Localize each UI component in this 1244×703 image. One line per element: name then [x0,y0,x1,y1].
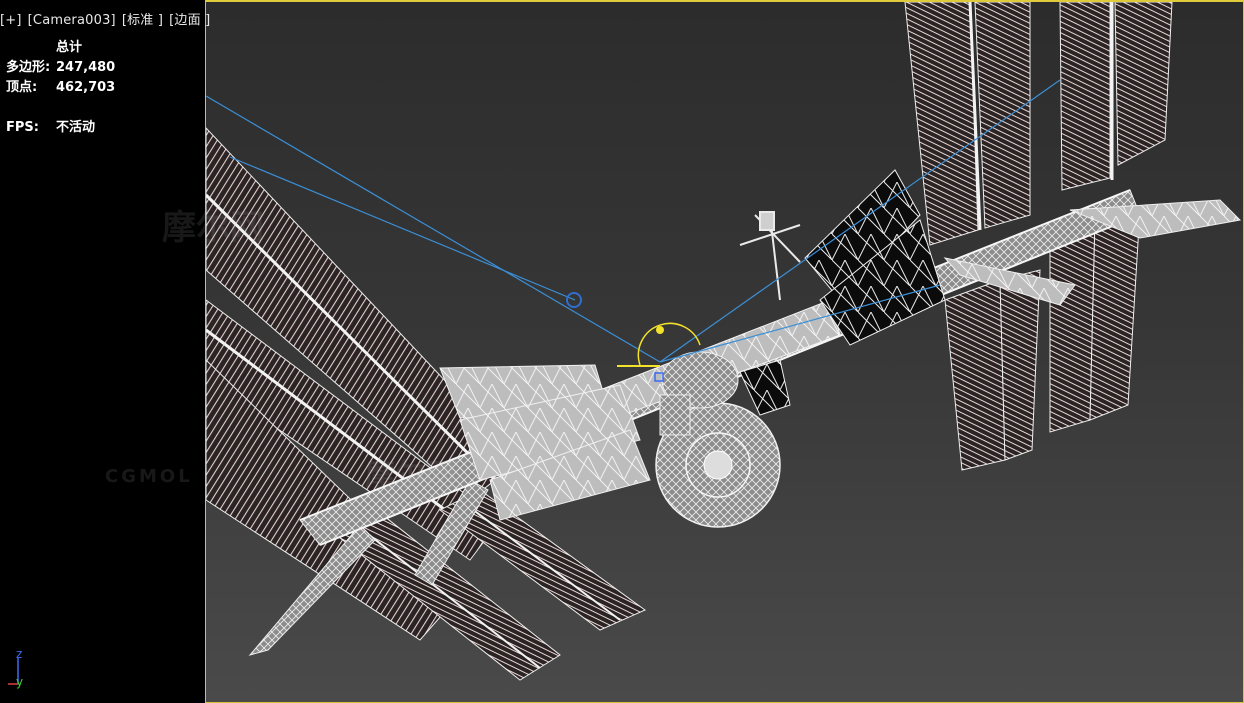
stats-header: 总计 [56,40,83,55]
axis-z-label: z [16,647,22,661]
stats-verts-label: 顶点: [6,80,38,95]
axis-y-label: y [16,675,23,689]
viewport-menu-plus[interactable]: [+] [0,13,22,28]
stats-polys: 多边形: 247,480 [6,58,115,78]
statistics-overlay: 总计 多边形: 247,480 顶点: 462,703 FPS: 不活动 [6,38,115,138]
stats-fps-label: FPS: [6,120,39,135]
stats-polys-value: 247,480 [56,60,116,75]
viewport-menu-camera[interactable]: [Camera003] [28,13,116,28]
axis-tripod-icon: z y [8,647,23,689]
stats-polys-label: 多边形: [6,60,51,75]
stats-verts: 顶点: 462,703 [6,78,115,98]
stats-fps-value: 不活动 [56,120,96,135]
stats-verts-value: 462,703 [56,80,116,95]
viewport-menu-shading[interactable]: [标准 ] [122,13,163,28]
viewport-label-menu: [+] [Camera003] [标准 ] [边面 ] [0,9,216,28]
robotic-arm [739,211,801,301]
viewport-menu-display[interactable]: [边面 ] [169,13,210,28]
stats-fps: FPS: 不活动 [6,118,115,138]
wireframe-scene[interactable] [0,0,1244,702]
